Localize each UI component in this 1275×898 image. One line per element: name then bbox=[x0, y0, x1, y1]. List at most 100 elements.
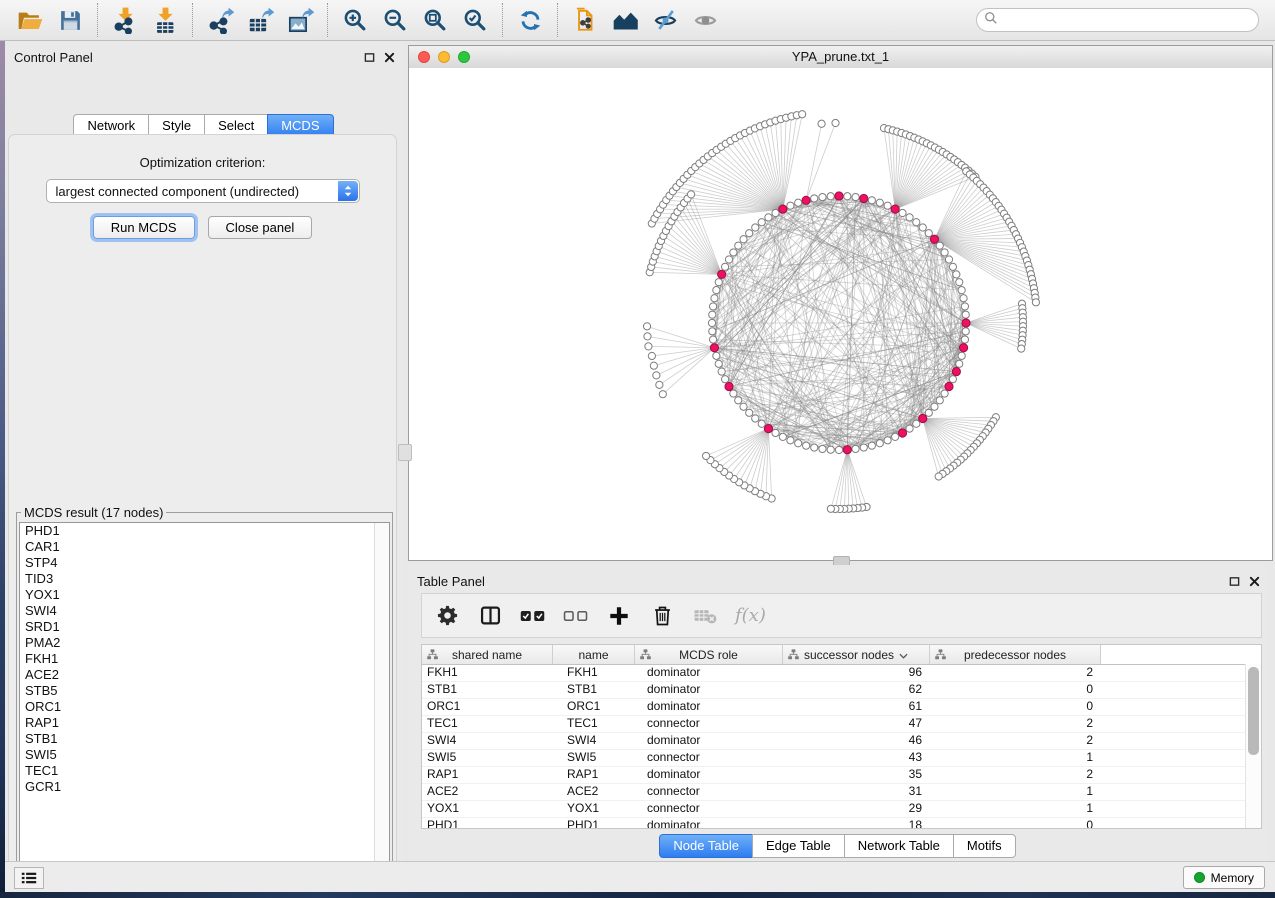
save-icon[interactable] bbox=[50, 3, 90, 37]
table-cell: 46 bbox=[783, 733, 930, 749]
run-mcds-button[interactable]: Run MCDS bbox=[93, 216, 195, 239]
column-header-label: predecessor nodes bbox=[964, 648, 1066, 662]
mcds-result-item[interactable]: GCR1 bbox=[20, 779, 389, 795]
close-panel-button[interactable]: Close panel bbox=[208, 216, 313, 239]
ndex-file-icon[interactable] bbox=[565, 3, 605, 37]
table-row[interactable]: FKH1FKH1dominator962 bbox=[422, 665, 1261, 682]
panes-icon[interactable] bbox=[477, 603, 503, 629]
table-cell: YOX1 bbox=[553, 801, 635, 817]
open-file-icon[interactable] bbox=[10, 3, 50, 37]
optimization-criterion-select[interactable]: largest connected component (undirected) bbox=[46, 179, 360, 203]
column-header-name[interactable]: name bbox=[553, 645, 635, 664]
mcds-result-group-title: MCDS result (17 nodes) bbox=[21, 505, 166, 520]
table-cell: 1 bbox=[930, 750, 1101, 766]
table-row[interactable]: PHD1PHD1dominator180 bbox=[422, 818, 1261, 829]
column-header-successor-nodes[interactable]: successor nodes bbox=[783, 645, 930, 664]
table-cell: dominator bbox=[635, 665, 783, 681]
table-cell: ACE2 bbox=[422, 784, 553, 800]
reload-icon[interactable] bbox=[510, 3, 550, 37]
mcds-result-item[interactable]: ORC1 bbox=[20, 699, 389, 715]
mcds-result-item[interactable]: SRD1 bbox=[20, 619, 389, 635]
mcds-result-item[interactable]: STB5 bbox=[20, 683, 389, 699]
table-cell: dominator bbox=[635, 767, 783, 783]
export-network-icon[interactable] bbox=[200, 3, 240, 37]
gear-icon[interactable] bbox=[434, 603, 460, 629]
tab-motifs[interactable]: Motifs bbox=[953, 834, 1016, 858]
table-row[interactable]: ORC1ORC1dominator610 bbox=[422, 699, 1261, 716]
mcds-result-item[interactable]: RAP1 bbox=[20, 715, 389, 731]
eye-slash-icon[interactable] bbox=[645, 3, 685, 37]
table-row[interactable]: RAP1RAP1dominator352 bbox=[422, 767, 1261, 784]
mcds-result-item[interactable]: CAR1 bbox=[20, 539, 389, 555]
mcds-result-item[interactable]: TID3 bbox=[20, 571, 389, 587]
network-canvas[interactable] bbox=[409, 68, 1272, 560]
tab-network-table[interactable]: Network Table bbox=[844, 834, 954, 858]
float-panel-icon[interactable] bbox=[364, 50, 375, 68]
toolbar-separator bbox=[192, 3, 193, 37]
vertical-splitter-handle[interactable] bbox=[398, 444, 412, 461]
table-scrollbar-thumb[interactable] bbox=[1248, 667, 1259, 755]
mcds-result-list[interactable]: PHD1CAR1STP4TID3YOX1SWI4SRD1PMA2FKH1ACE2… bbox=[19, 522, 390, 874]
result-list-scrollbar[interactable] bbox=[374, 523, 389, 873]
mcds-result-item[interactable]: FKH1 bbox=[20, 651, 389, 667]
mcds-result-item[interactable]: ACE2 bbox=[20, 667, 389, 683]
table-cell: 47 bbox=[783, 716, 930, 732]
houses-icon[interactable] bbox=[605, 3, 645, 37]
mcds-result-item[interactable]: TEC1 bbox=[20, 763, 389, 779]
import-table-icon[interactable] bbox=[145, 3, 185, 37]
zoom-fit-icon[interactable] bbox=[415, 3, 455, 37]
mcds-result-item[interactable]: STB1 bbox=[20, 731, 389, 747]
zoom-out-icon[interactable] bbox=[375, 3, 415, 37]
add-icon[interactable] bbox=[606, 603, 632, 629]
trash-icon[interactable] bbox=[649, 603, 675, 629]
network-view-titlebar[interactable]: YPA_prune.txt_1 bbox=[409, 46, 1272, 69]
table-cell: 43 bbox=[783, 750, 930, 766]
select-all-icon[interactable] bbox=[520, 603, 546, 629]
minimize-window-icon[interactable] bbox=[438, 51, 450, 63]
mcds-result-item[interactable]: YOX1 bbox=[20, 587, 389, 603]
search-box[interactable] bbox=[976, 8, 1259, 32]
control-panel-titlebar: Control Panel bbox=[5, 41, 403, 71]
mcds-result-item[interactable]: PMA2 bbox=[20, 635, 389, 651]
export-table-icon[interactable] bbox=[240, 3, 280, 37]
task-history-button[interactable] bbox=[14, 867, 44, 889]
column-header-predecessor-nodes[interactable]: predecessor nodes bbox=[930, 645, 1101, 664]
table-row[interactable]: TEC1TEC1connector472 bbox=[422, 716, 1261, 733]
column-header-MCDS-role[interactable]: MCDS role bbox=[635, 645, 783, 664]
close-panel-icon[interactable] bbox=[1249, 574, 1260, 592]
mcds-result-item[interactable]: SWI5 bbox=[20, 747, 389, 763]
table-cell: SWI4 bbox=[553, 733, 635, 749]
table-header-row: shared namenameMCDS rolesuccessor nodes p… bbox=[422, 645, 1261, 665]
table-row[interactable]: ACE2ACE2connector311 bbox=[422, 784, 1261, 801]
table-cell: dominator bbox=[635, 699, 783, 715]
table-row[interactable]: YOX1YOX1connector291 bbox=[422, 801, 1261, 818]
mcds-result-item[interactable]: SWI4 bbox=[20, 603, 389, 619]
column-header-filler bbox=[1101, 645, 1261, 664]
table-row[interactable]: SWI5SWI5connector431 bbox=[422, 750, 1261, 767]
memory-button[interactable]: Memory bbox=[1183, 866, 1265, 889]
mcds-result-item[interactable]: PHD1 bbox=[20, 523, 389, 539]
table-row[interactable]: STB1STB1dominator620 bbox=[422, 682, 1261, 699]
zoom-in-icon[interactable] bbox=[335, 3, 375, 37]
zoom-selected-icon[interactable] bbox=[455, 3, 495, 37]
table-row[interactable]: SWI4SWI4dominator462 bbox=[422, 733, 1261, 750]
maximize-window-icon[interactable] bbox=[458, 51, 470, 63]
tab-edge-table[interactable]: Edge Table bbox=[752, 834, 845, 858]
export-image-icon[interactable] bbox=[280, 3, 320, 37]
column-header-shared-name[interactable]: shared name bbox=[422, 645, 553, 664]
select-stepper-icon bbox=[338, 181, 358, 201]
import-network-icon[interactable] bbox=[105, 3, 145, 37]
search-input[interactable] bbox=[998, 12, 1251, 28]
unselect-all-icon[interactable] bbox=[563, 603, 589, 629]
tab-node-table[interactable]: Node Table bbox=[659, 834, 753, 858]
mcds-result-item[interactable]: STP4 bbox=[20, 555, 389, 571]
close-panel-icon[interactable] bbox=[384, 50, 395, 68]
function-builder-icon[interactable]: f(x) bbox=[735, 605, 766, 626]
toolbar-separator bbox=[97, 3, 98, 37]
table-cell: connector bbox=[635, 801, 783, 817]
table-scrollbar[interactable] bbox=[1245, 664, 1261, 828]
table-cell: 29 bbox=[783, 801, 930, 817]
float-panel-icon[interactable] bbox=[1229, 574, 1240, 592]
close-window-icon[interactable] bbox=[418, 51, 430, 63]
optimization-criterion-value: largest connected component (undirected) bbox=[47, 184, 300, 199]
